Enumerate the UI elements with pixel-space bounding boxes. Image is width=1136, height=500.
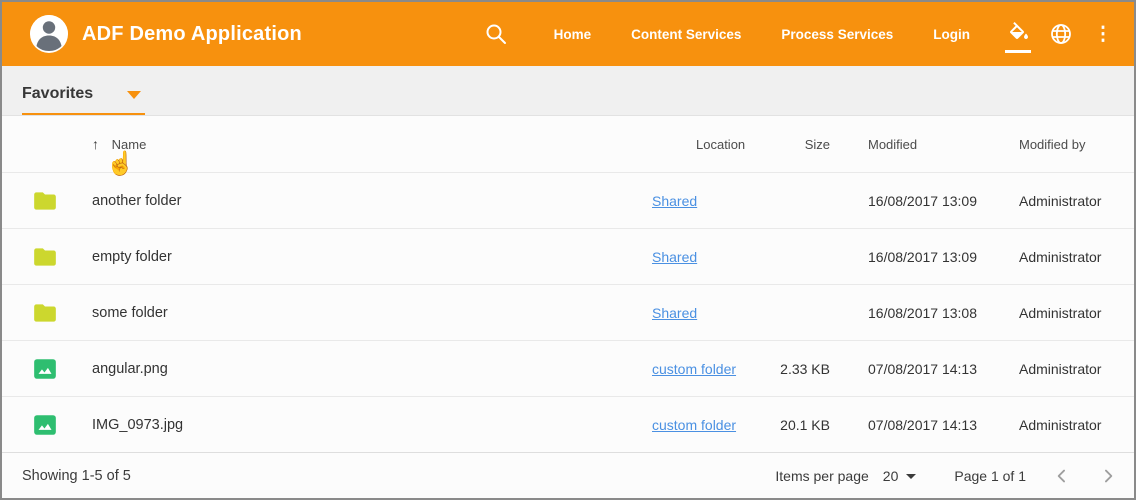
items-per-page-label: Items per page xyxy=(775,468,868,484)
tab-favorites-label: Favorites xyxy=(22,85,93,103)
table-row[interactable]: another folder Shared 16/08/2017 13:09 A… xyxy=(2,172,1134,228)
modified-date: 07/08/2017 14:13 xyxy=(868,417,1019,433)
column-header-modified[interactable]: Modified xyxy=(868,137,1019,152)
modified-date: 16/08/2017 13:08 xyxy=(868,305,1019,321)
file-size: 20.1 KB xyxy=(780,417,868,433)
folder-icon xyxy=(32,300,58,326)
next-page-button[interactable] xyxy=(1098,466,1118,486)
table-row[interactable]: IMG_0973.jpg custom folder 20.1 KB 07/08… xyxy=(2,396,1134,452)
location-link[interactable]: custom folder xyxy=(652,417,736,433)
user-avatar[interactable] xyxy=(30,15,68,53)
file-type-icon-cell xyxy=(2,412,92,438)
language-globe-icon[interactable] xyxy=(1048,21,1074,47)
modified-date: 07/08/2017 14:13 xyxy=(868,361,1019,377)
file-name[interactable]: another folder xyxy=(92,193,652,209)
theme-color-fill-icon[interactable] xyxy=(1006,21,1032,47)
color-indicator-bar xyxy=(1005,50,1031,53)
document-list: ↑ Name Location Size Modified Modified b… xyxy=(2,116,1134,452)
modified-by: Administrator xyxy=(1019,193,1134,209)
location-cell: Shared xyxy=(652,305,780,321)
file-name[interactable]: some folder xyxy=(92,305,652,321)
nav-item-home[interactable]: Home xyxy=(554,17,592,52)
folder-icon xyxy=(32,244,58,270)
table-body: another folder Shared 16/08/2017 13:09 A… xyxy=(2,172,1134,452)
location-link[interactable]: Shared xyxy=(652,305,697,321)
caret-down-icon xyxy=(906,474,916,479)
nav-item-content-services[interactable]: Content Services xyxy=(631,17,741,52)
nav-item-process-services[interactable]: Process Services xyxy=(781,17,893,52)
location-cell: Shared xyxy=(652,193,780,209)
items-per-page-select[interactable]: 20 xyxy=(883,468,917,484)
page-indicator: Page 1 of 1 xyxy=(954,468,1026,484)
column-header-name[interactable]: ↑ Name xyxy=(92,136,652,152)
table-header-row: ↑ Name Location Size Modified Modified b… xyxy=(2,116,1134,172)
table-row[interactable]: some folder Shared 16/08/2017 13:08 Admi… xyxy=(2,284,1134,340)
file-size: 2.33 KB xyxy=(780,361,868,377)
column-header-modified-by[interactable]: Modified by xyxy=(1019,137,1134,152)
tab-favorites[interactable]: Favorites xyxy=(22,85,145,115)
overflow-menu-icon[interactable]: ⋮ xyxy=(1090,21,1116,47)
app-title: ADF Demo Application xyxy=(82,23,302,46)
file-type-icon-cell xyxy=(2,188,92,214)
modified-date: 16/08/2017 13:09 xyxy=(868,249,1019,265)
nav-item-login[interactable]: Login xyxy=(933,17,970,52)
location-link[interactable]: Shared xyxy=(652,193,697,209)
modified-by: Administrator xyxy=(1019,249,1134,265)
image-file-icon xyxy=(32,356,58,382)
folder-icon xyxy=(32,188,58,214)
file-name[interactable]: angular.png xyxy=(92,361,652,377)
modified-by: Administrator xyxy=(1019,305,1134,321)
pagination-bar: Showing 1-5 of 5 Items per page 20 Page … xyxy=(2,452,1134,498)
person-icon xyxy=(30,15,68,53)
location-link[interactable]: custom folder xyxy=(652,361,736,377)
image-file-icon xyxy=(32,412,58,438)
location-link[interactable]: Shared xyxy=(652,249,697,265)
table-row[interactable]: angular.png custom folder 2.33 KB 07/08/… xyxy=(2,340,1134,396)
app-window: ADF Demo Application Home Content Servic… xyxy=(0,0,1136,500)
file-name[interactable]: IMG_0973.jpg xyxy=(92,417,652,433)
modified-date: 16/08/2017 13:09 xyxy=(868,193,1019,209)
main-nav: Home Content Services Process Services L… xyxy=(534,17,990,52)
chevron-down-icon[interactable] xyxy=(127,91,141,99)
app-header: ADF Demo Application Home Content Servic… xyxy=(2,2,1134,66)
sort-ascending-icon[interactable]: ↑ xyxy=(92,136,99,152)
column-header-location[interactable]: Location xyxy=(652,137,780,152)
modified-by: Administrator xyxy=(1019,361,1134,377)
file-type-icon-cell xyxy=(2,244,92,270)
file-name[interactable]: empty folder xyxy=(92,249,652,265)
search-icon[interactable] xyxy=(484,22,508,46)
location-cell: Shared xyxy=(652,249,780,265)
previous-page-button[interactable] xyxy=(1052,466,1072,486)
modified-by: Administrator xyxy=(1019,417,1134,433)
location-cell: custom folder xyxy=(652,417,780,433)
location-cell: custom folder xyxy=(652,361,780,377)
column-header-size[interactable]: Size xyxy=(780,137,868,152)
tab-bar: Favorites ☝ xyxy=(2,66,1134,116)
file-type-icon-cell xyxy=(2,300,92,326)
items-per-page-value: 20 xyxy=(883,468,899,484)
mouse-hand-cursor: ☝ xyxy=(106,150,135,177)
file-type-icon-cell xyxy=(2,356,92,382)
table-row[interactable]: empty folder Shared 16/08/2017 13:09 Adm… xyxy=(2,228,1134,284)
showing-range-label: Showing 1-5 of 5 xyxy=(22,468,131,484)
